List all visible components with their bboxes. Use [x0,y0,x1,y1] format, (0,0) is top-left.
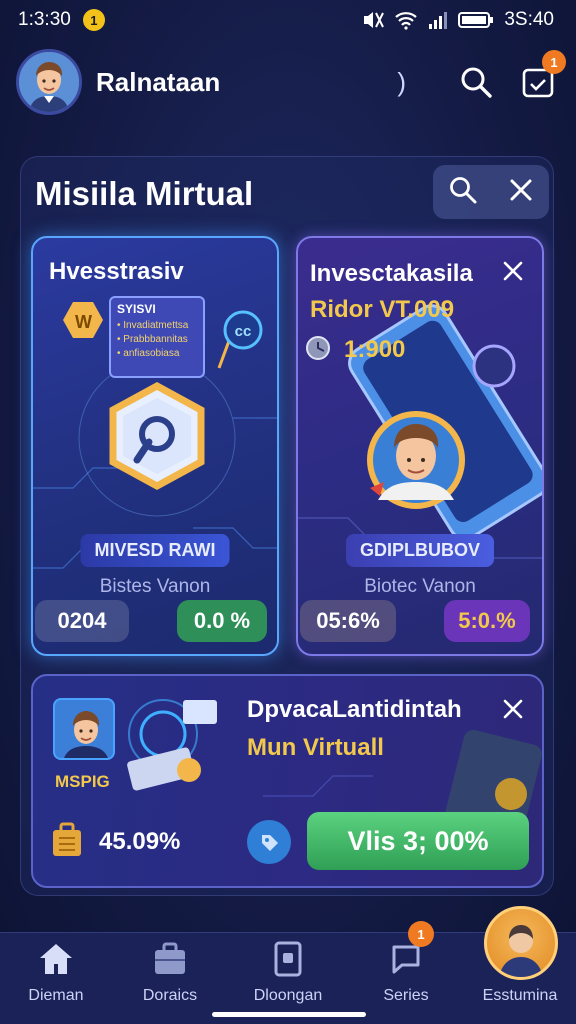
profile-fab[interactable] [484,906,558,980]
document-icon [274,941,302,977]
card-left-action[interactable]: MIVESD RAWI [80,534,230,567]
nav-item-series[interactable]: Series 1 [356,921,456,1015]
avatar-icon [19,52,79,112]
card-bottom-avatar-label: MSPIG [55,772,110,791]
mini-card-line: • Prabbbannitas [117,334,188,345]
investment-card-bottom[interactable]: MSPIG DpvacaLantidintah Mun Virtuall 45.… [31,674,544,888]
tasks-button[interactable]: 1 [516,50,566,104]
home-indicator[interactable] [212,1012,366,1017]
notification-dot-icon: 1 [82,9,105,31]
mini-info-card: SYISVI • Invadiatmettsa • Prabbbannitas … [109,296,205,378]
mini-card-title: SYISVI [117,302,156,316]
card-bottom-stat: 45.09% [99,828,181,855]
status-left: 1:3:30 1 [18,9,105,31]
nav-item-home[interactable]: Dieman [6,941,106,1015]
card-right-stat-right[interactable]: 5:0.% [444,600,530,642]
card-bottom-action-button[interactable]: Vlis 3; 00% [307,812,529,870]
header-paren: ) [397,66,406,97]
nav-badge: 1 [408,921,434,947]
nav-label: Doraics [142,987,198,1004]
panel-tools [433,165,549,219]
briefcase-icon [53,822,81,856]
wifi-icon [395,12,418,30]
close-icon [503,699,523,719]
card-bottom-subtitle: Mun Virtuall [247,734,384,761]
nav-label: Dloongan [253,987,323,1004]
status-right: 3S:40 [362,9,554,31]
search-button[interactable] [454,60,498,104]
nav-item-portfolio[interactable]: Doraics [120,941,220,1015]
coin-label: W [75,312,92,332]
card-bottom-close-button[interactable] [498,694,528,724]
home-icon [40,944,72,974]
mute-icon [364,12,385,28]
nav-label: Series [383,987,429,1004]
card-right-title: Invesctakasila [310,260,473,287]
tag-icon [262,835,278,851]
person-icon [499,925,543,977]
status-clock: 3S:40 [504,9,554,30]
card-right-amount: 1:900 [344,336,406,363]
card-left-stat-right[interactable]: 0.0 % [177,600,267,642]
card-left-stat-left: 0204 [35,600,129,642]
panel-close-button[interactable] [508,177,534,208]
briefcase-icon [155,942,185,974]
hint-pin-icon[interactable] [247,820,291,864]
card-bottom-title: DpvacaLantidintah [247,696,462,723]
panel-search-button[interactable] [448,175,478,210]
nav-label: Esstumina [482,987,558,1004]
tasks-badge: 1 [542,50,566,74]
status-bar: 1:3:30 1 3S:40 [0,0,576,40]
signal-icon [429,12,448,29]
card-right-stat-left: 05:6% [300,600,396,642]
investment-card-right[interactable]: Invesctakasila Ridor VT.009 1:900 GDIPLB… [296,236,544,656]
close-icon [510,179,532,200]
nav-item-documents[interactable]: Dloongan [238,941,338,1015]
nav-label: Dieman [28,987,84,1004]
svg-text:cc: cc [235,323,252,340]
header: Ralnataan ) 1 [0,46,576,118]
card-right-subtitle: Ridor VT.009 [310,296,455,323]
mini-card-line: • Invadiatmettsa [117,320,189,331]
card-bottom-avatar [53,698,115,760]
battery-icon [458,12,494,28]
card-left-caption: Bistes Vanon [99,576,211,597]
status-time: 1:3:30 [18,9,71,30]
close-icon [503,261,523,281]
panel-title: Misiila Mirtual [35,175,254,212]
person-icon [64,711,108,758]
mini-card-line: • anfiasobiasa [117,348,180,359]
investment-card-left[interactable]: Hvesstrasiv cc W SYISVI • Invadiatmettsa… [31,236,279,656]
card-right-close-button[interactable] [498,256,528,286]
search-icon [461,67,492,98]
username: Ralnataan [96,66,221,97]
search-icon [450,176,477,203]
avatar[interactable] [16,49,82,115]
card-right-action[interactable]: GDIPLBUBOV [345,534,495,567]
card-right-caption: Biotec Vanon [364,576,476,597]
